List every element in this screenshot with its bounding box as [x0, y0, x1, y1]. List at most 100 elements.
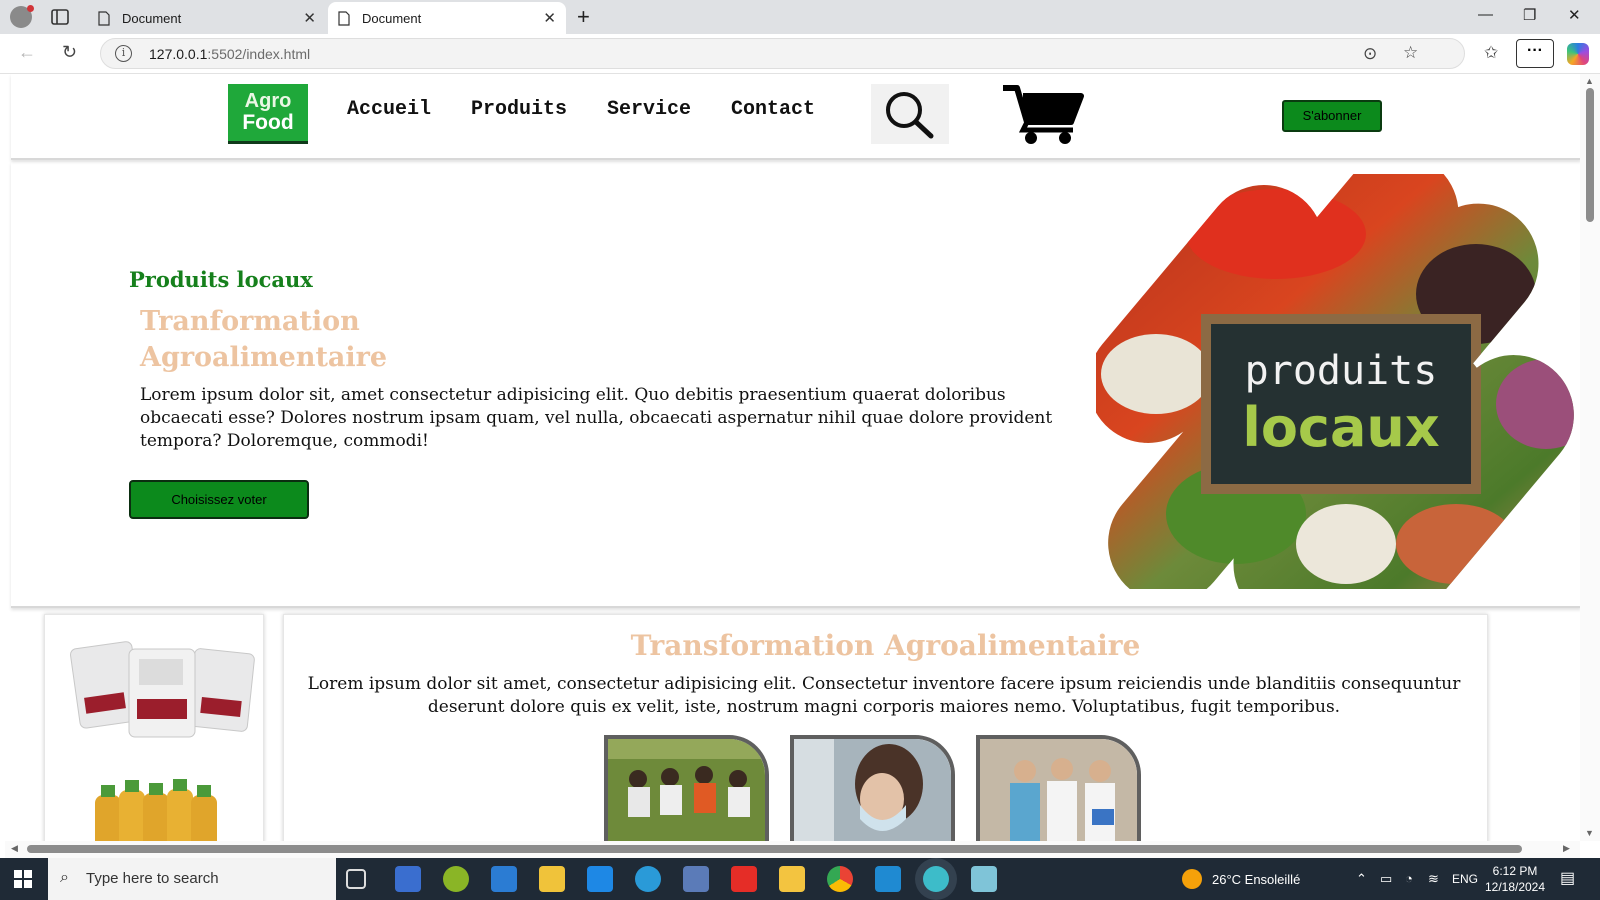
qgis-app-icon[interactable] [443, 866, 469, 892]
minimize-icon[interactable]: — [1478, 6, 1493, 23]
back-icon[interactable]: ← [18, 42, 36, 63]
nav-link-service[interactable]: Service [607, 98, 691, 121]
favorite-star-icon[interactable]: ☆ [1403, 43, 1418, 63]
clock[interactable]: 6:12 PM 12/18/2024 [1480, 858, 1550, 900]
network-icon[interactable]: ◔ [1405, 858, 1413, 900]
farmers-photo [608, 739, 765, 841]
read-aloud-icon[interactable]: ⊙ [1363, 44, 1377, 64]
scroll-left-icon[interactable]: ◀ [11, 843, 18, 854]
section-title: Transformation Agroalimentaire [630, 629, 1141, 662]
lab-worker-image-card[interactable] [790, 735, 955, 841]
product-bags-image [70, 641, 255, 738]
settings-more-button[interactable]: ··· [1516, 39, 1554, 68]
file-explorer-icon[interactable] [779, 866, 805, 892]
document-icon [98, 10, 110, 26]
url-field[interactable]: i 127.0.0.1:5502/index.html ⊙ ☆ [100, 38, 1465, 69]
hero-title-line-2: Agroalimentaire [140, 342, 388, 373]
paint-app-icon[interactable] [395, 866, 421, 892]
site-info-icon[interactable]: i [115, 45, 132, 62]
store-app-icon[interactable] [491, 866, 517, 892]
nav-link-contact[interactable]: Contact [731, 98, 815, 121]
doctors-photo [980, 739, 1137, 841]
youtube-app-icon[interactable] [731, 866, 757, 892]
windows-start-icon[interactable] [14, 870, 32, 888]
windows-taskbar: ⌕ Type here to search 26°C Ensoleillé ⌃ … [0, 858, 1600, 900]
language-indicator[interactable]: ENG [1452, 858, 1478, 900]
horizontal-scroll-thumb[interactable] [27, 845, 1522, 853]
vscode-app-icon[interactable] [875, 866, 901, 892]
address-bar-row: ← ↻ i 127.0.0.1:5502/index.html ⊙ ☆ ✩ ··… [0, 34, 1600, 74]
notepad-app-icon[interactable] [971, 866, 997, 892]
notifications-icon[interactable]: ▤ [1560, 858, 1575, 900]
lab-worker-photo [794, 739, 951, 841]
restore-icon[interactable]: ❐ [1523, 6, 1536, 24]
edge-app-icon[interactable] [923, 866, 949, 892]
window-close-icon[interactable]: ✕ [1568, 6, 1581, 24]
hero-title-line-1: Tranformation [140, 306, 360, 337]
sun-icon [1182, 869, 1202, 889]
chrome-app-icon[interactable] [827, 866, 853, 892]
logo-line-2: Food [242, 111, 294, 134]
search-app-icon[interactable] [635, 866, 661, 892]
clock-time: 6:12 PM [1492, 864, 1538, 878]
taskbar-search-placeholder: Type here to search [86, 870, 219, 887]
profile-avatar[interactable] [10, 5, 34, 28]
logo-line-1: Agro [244, 90, 292, 112]
tab-title: Document [362, 10, 422, 26]
files-app-icon[interactable] [683, 866, 709, 892]
close-tab-icon[interactable]: ✕ [543, 9, 556, 27]
image-text-produits: produits [1245, 348, 1438, 394]
wifi-icon[interactable]: ≋ [1428, 858, 1439, 900]
juice-bottles-image [95, 779, 217, 841]
python-app-icon[interactable] [539, 866, 565, 892]
scroll-down-icon[interactable]: ▼ [1585, 828, 1594, 838]
mail-app-icon[interactable] [587, 866, 613, 892]
url-path: :5502/index.html [207, 46, 311, 62]
subscribe-button[interactable]: S'abonner [1282, 100, 1382, 132]
taskbar-search-box[interactable]: ⌕ Type here to search [48, 858, 336, 900]
section-description: Lorem ipsum dolor sit amet, consectetur … [307, 674, 1461, 717]
shopping-cart-icon[interactable] [1001, 82, 1085, 146]
product-sidebar-card [44, 614, 264, 841]
tray-chevron-icon[interactable]: ⌃ [1356, 858, 1367, 900]
task-view-icon[interactable] [346, 869, 366, 889]
refresh-icon[interactable]: ↻ [62, 42, 77, 63]
hero-section: Produits locaux Tranformation Agroalimen… [11, 162, 1580, 608]
url-host: 127.0.0.1 [149, 46, 208, 62]
vertical-scrollbar[interactable]: ▲ ▼ [1580, 74, 1600, 841]
hero-title: Tranformation Agroalimentaire [140, 304, 387, 376]
scroll-right-icon[interactable]: ▶ [1563, 843, 1570, 854]
site-header: Agro Food Accueil Produits Service Conta… [11, 74, 1580, 160]
doctors-image-card[interactable] [976, 735, 1141, 841]
document-icon [338, 10, 350, 26]
choose-button[interactable]: Choisissez voter [129, 480, 309, 519]
tab-title: Document [122, 10, 182, 26]
farmers-image-card[interactable] [604, 735, 769, 841]
search-button[interactable] [871, 84, 949, 144]
hero-kicker: Produits locaux [129, 267, 313, 292]
nav-link-accueil[interactable]: Accueil [347, 98, 431, 121]
search-icon [886, 92, 934, 139]
browser-tab[interactable]: Document ✕ [88, 2, 326, 34]
horizontal-scrollbar[interactable]: ◀ ▶ [5, 841, 1580, 858]
transformation-section: Transformation Agroalimentaire Lorem ips… [283, 614, 1488, 841]
scroll-up-icon[interactable]: ▲ [1585, 76, 1594, 86]
main-nav: Accueil Produits Service Contact [347, 98, 815, 121]
hero-description: Lorem ipsum dolor sit, amet consectetur … [140, 385, 1053, 451]
favorites-icon[interactable]: ✩ [1484, 43, 1498, 63]
search-icon: ⌕ [60, 869, 69, 886]
new-tab-icon[interactable]: + [577, 4, 590, 30]
browser-tab-active[interactable]: Document ✕ [328, 2, 566, 34]
site-logo[interactable]: Agro Food [228, 84, 308, 144]
battery-icon[interactable]: ▭ [1380, 858, 1392, 900]
tab-actions-icon[interactable] [50, 8, 70, 26]
page-viewport: Agro Food Accueil Produits Service Conta… [5, 74, 1580, 841]
browser-titlebar: Document ✕ Document ✕ + — ❐ ✕ [0, 0, 1600, 34]
close-tab-icon[interactable]: ✕ [303, 9, 316, 27]
hero-image-produits-locaux: produits locaux [1096, 174, 1580, 589]
copilot-icon[interactable] [1567, 43, 1589, 65]
weather-text: 26°C Ensoleillé [1212, 871, 1301, 887]
vertical-scroll-thumb[interactable] [1586, 88, 1594, 222]
nav-link-produits[interactable]: Produits [471, 98, 567, 121]
weather-widget[interactable]: 26°C Ensoleillé [1182, 858, 1300, 900]
